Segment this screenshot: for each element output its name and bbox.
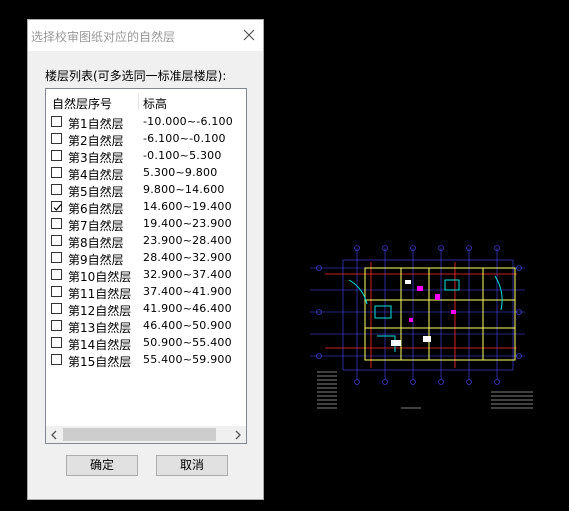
floor-name: 第11自然层 — [68, 287, 132, 301]
floor-checkbox[interactable] — [51, 184, 62, 195]
floor-elevation: 41.900~46.400 — [143, 302, 232, 315]
floor-name: 第9自然层 — [68, 253, 124, 267]
floor-elevation: 46.400~50.900 — [143, 319, 232, 332]
floor-name: 第15自然层 — [68, 355, 132, 369]
scrollbar-thumb[interactable] — [63, 428, 216, 441]
cancel-button[interactable]: 取消 — [156, 455, 228, 476]
floor-name: 第3自然层 — [68, 151, 124, 165]
floor-elevation: 5.300~9.800 — [143, 166, 218, 179]
dialog-titlebar[interactable]: 选择校审图纸对应的自然层 — [28, 20, 263, 51]
floor-row[interactable]: 第9自然层 28.400~32.900 — [46, 250, 246, 267]
floor-checkbox[interactable] — [51, 252, 62, 263]
close-icon[interactable] — [241, 27, 257, 43]
floor-elevation: 23.900~28.400 — [143, 234, 232, 247]
floor-elevation: 9.800~14.600 — [143, 183, 225, 196]
floor-name: 第14自然层 — [68, 338, 132, 352]
floor-checkbox[interactable] — [51, 269, 62, 280]
floor-row[interactable]: 第13自然层 46.400~50.900 — [46, 318, 246, 335]
floor-name: 第12自然层 — [68, 304, 132, 318]
floor-name: 第7自然层 — [68, 219, 124, 233]
column-header-elevation[interactable]: 标高 — [143, 95, 167, 112]
floor-row[interactable]: 第8自然层 23.900~28.400 — [46, 233, 246, 250]
floor-name: 第2自然层 — [68, 134, 124, 148]
list-header: 自然层序号 标高 — [46, 89, 246, 114]
floor-name: 第1自然层 — [68, 117, 124, 131]
cad-floor-plan-drawing — [310, 245, 533, 409]
floor-checkbox[interactable] — [51, 116, 62, 127]
floor-row[interactable]: 第15自然层 55.400~59.900 — [46, 352, 246, 369]
arrow-right-icon[interactable] — [232, 429, 244, 441]
column-header-floor[interactable]: 自然层序号 — [52, 95, 112, 112]
floor-checkbox[interactable] — [51, 133, 62, 144]
floor-elevation: 32.900~37.400 — [143, 268, 232, 281]
floor-name: 第13自然层 — [68, 321, 132, 335]
column-divider[interactable] — [138, 93, 139, 110]
floor-row[interactable]: 第6自然层 14.600~19.400 — [46, 199, 246, 216]
dialog-title: 选择校审图纸对应的自然层 — [31, 30, 176, 44]
horizontal-scrollbar[interactable] — [46, 426, 246, 443]
floor-row[interactable]: 第14自然层 50.900~55.400 — [46, 335, 246, 352]
floor-select-dialog: 选择校审图纸对应的自然层 楼层列表(可多选同一标准层楼层): 自然层序号 标高 … — [27, 19, 264, 500]
floor-checkbox[interactable] — [51, 320, 62, 331]
floor-row[interactable]: 第11自然层 37.400~41.900 — [46, 284, 246, 301]
floor-row[interactable]: 第7自然层 19.400~23.900 — [46, 216, 246, 233]
floor-row[interactable]: 第2自然层 -6.100~-0.100 — [46, 131, 246, 148]
floor-name: 第8自然层 — [68, 236, 124, 250]
arrow-left-icon[interactable] — [48, 429, 60, 441]
floor-row[interactable]: 第12自然层 41.900~46.400 — [46, 301, 246, 318]
floor-checkbox[interactable] — [51, 286, 62, 297]
floor-name: 第4自然层 — [68, 168, 124, 182]
floor-list-label: 楼层列表(可多选同一标准层楼层): — [45, 69, 227, 83]
floor-row[interactable]: 第10自然层 32.900~37.400 — [46, 267, 246, 284]
floor-checkbox[interactable] — [51, 167, 62, 178]
floor-checkbox[interactable] — [51, 354, 62, 365]
floor-elevation: 50.900~55.400 — [143, 336, 232, 349]
floor-elevation: 19.400~23.900 — [143, 217, 232, 230]
floor-checkbox[interactable] — [51, 235, 62, 246]
floor-listbox[interactable]: 自然层序号 标高 第1自然层 -10.000~-6.100 第2自然层 -6.100~… — [45, 88, 247, 444]
floor-name: 第6自然层 — [68, 202, 124, 216]
floor-elevation: -0.100~5.300 — [143, 149, 222, 162]
floor-name: 第5自然层 — [68, 185, 124, 199]
floor-row[interactable]: 第1自然层 -10.000~-6.100 — [46, 114, 246, 131]
floor-checkbox[interactable] — [51, 218, 62, 229]
floor-name: 第10自然层 — [68, 270, 132, 284]
floor-row[interactable]: 第4自然层 5.300~9.800 — [46, 165, 246, 182]
floor-row[interactable]: 第3自然层 -0.100~5.300 — [46, 148, 246, 165]
floor-elevation: -6.100~-0.100 — [143, 132, 226, 145]
floor-checkbox[interactable] — [51, 337, 62, 348]
ok-button[interactable]: 确定 — [66, 455, 138, 476]
floor-elevation: 28.400~32.900 — [143, 251, 232, 264]
floor-checkbox[interactable] — [51, 201, 62, 212]
floor-elevation: 37.400~41.900 — [143, 285, 232, 298]
floor-checkbox[interactable] — [51, 303, 62, 314]
floor-row[interactable]: 第5自然层 9.800~14.600 — [46, 182, 246, 199]
floor-elevation: 55.400~59.900 — [143, 353, 232, 366]
floor-checkbox[interactable] — [51, 150, 62, 161]
floor-elevation: 14.600~19.400 — [143, 200, 232, 213]
floor-elevation: -10.000~-6.100 — [143, 115, 233, 128]
